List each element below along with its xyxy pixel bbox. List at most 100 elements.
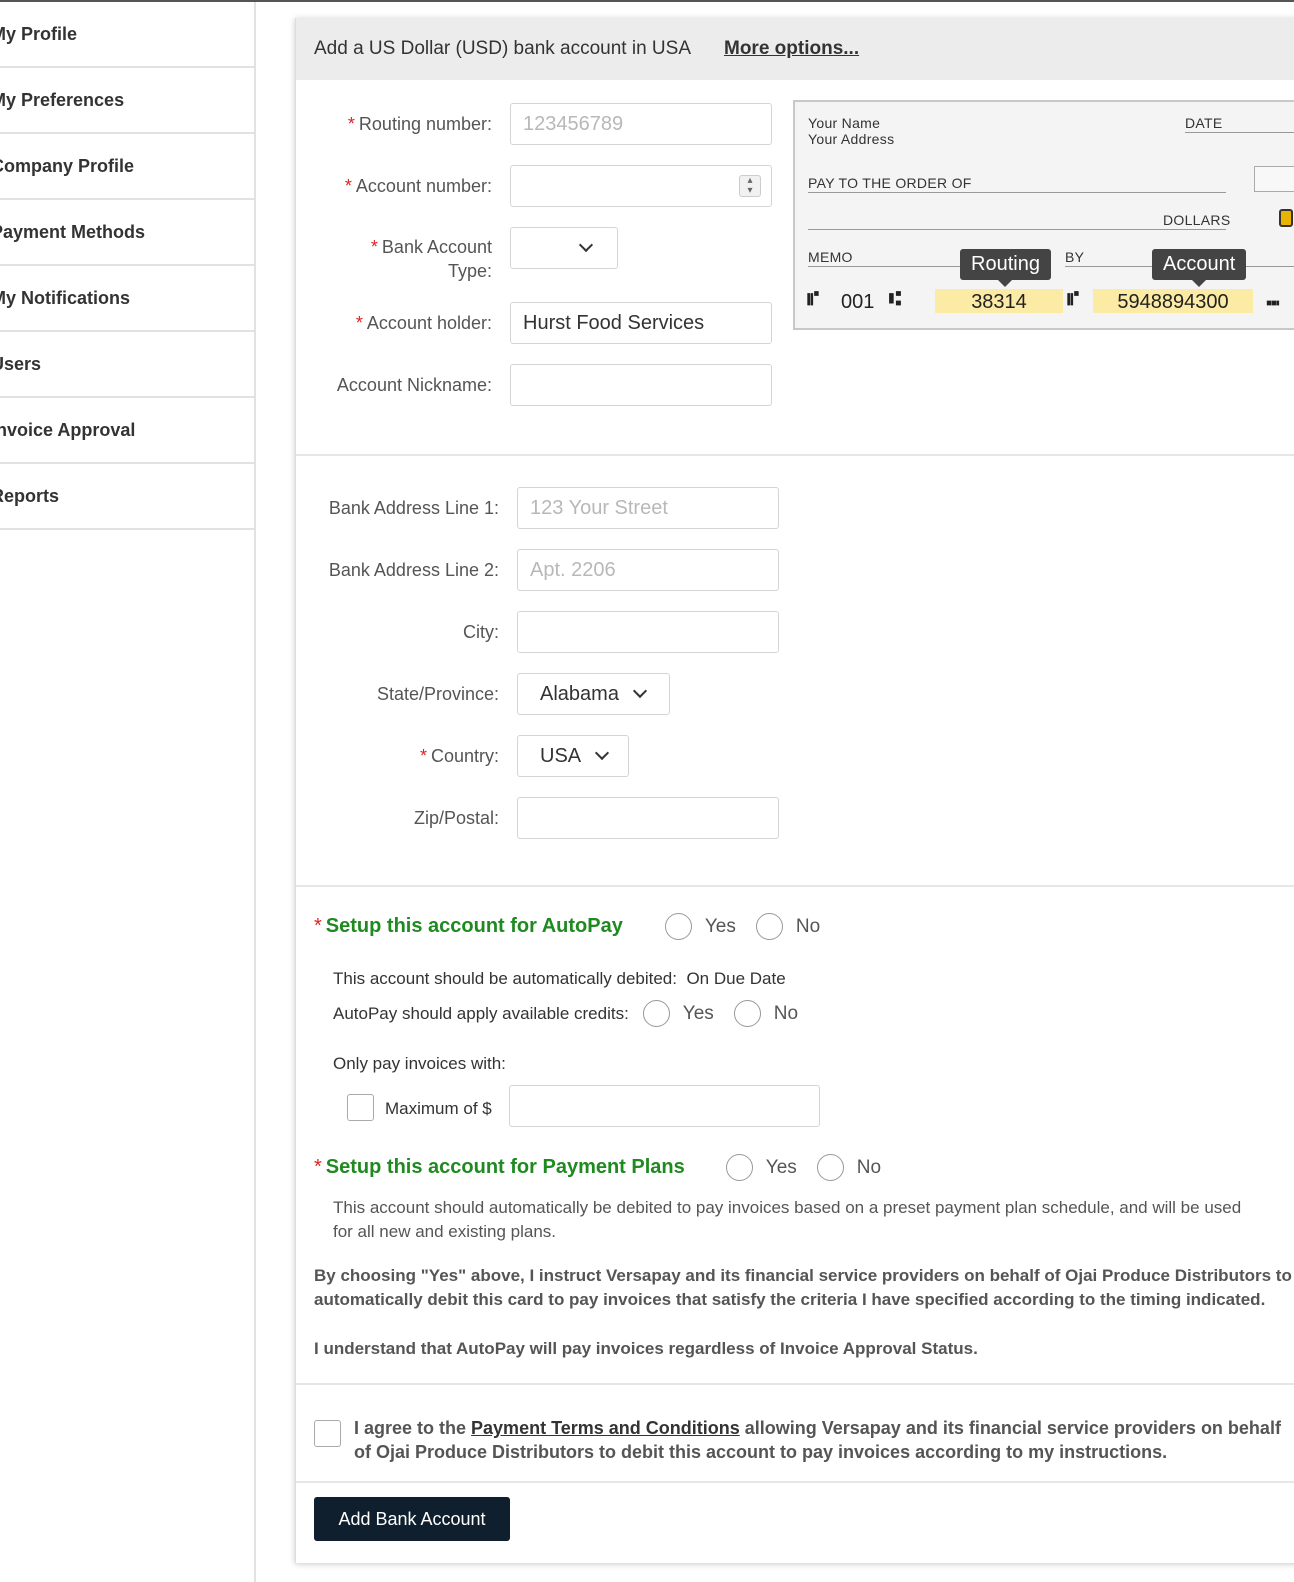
account-nickname-label-text: Account Nickname: (336, 375, 492, 395)
bank-address-line1-label: Bank Address Line 1: (328, 498, 499, 518)
state-province-value: Alabama (540, 682, 619, 705)
sidebar-item-my-preferences[interactable]: My Preferences (0, 68, 254, 134)
payment-plans-desc-line2: for all new and existing plans. (333, 1222, 557, 1241)
check-number: 001 (841, 291, 875, 313)
consent-line1: By choosing "Yes" above, I instruct Vers… (314, 1266, 1292, 1285)
maximum-amount-input[interactable] (509, 1085, 820, 1127)
micr-transit-icon: ⑆ (889, 286, 901, 310)
payment-terms-link[interactable]: Payment Terms and Conditions (471, 1418, 740, 1438)
bank-address-line1-input[interactable]: 123 Your Street (517, 487, 779, 529)
city-label: City: (463, 622, 499, 642)
sidebar-item-company-profile[interactable]: Company Profile (0, 134, 254, 200)
add-bank-account-button[interactable]: Add Bank Account (314, 1497, 510, 1541)
check-dollars-label: DOLLARS (1163, 212, 1231, 228)
account-nickname-input[interactable] (510, 364, 772, 406)
sidebar-item-label: My Notifications (0, 287, 131, 308)
autopay-no-radio[interactable] (755, 913, 783, 940)
account-tooltip: Account (1152, 249, 1247, 287)
city-input[interactable] (517, 611, 779, 653)
autopay-heading: Setup this account for AutoPay (325, 915, 623, 937)
sidebar-item-reports[interactable]: Reports (0, 464, 254, 530)
payment-plans-yes-label: Yes (765, 1156, 797, 1178)
sidebar-item-payment-methods[interactable]: Payment Methods (0, 200, 254, 266)
payment-plans-yes-radio[interactable] (725, 1154, 753, 1181)
autopay-yes-radio[interactable] (664, 913, 692, 940)
state-province-label: State/Province: (376, 684, 499, 704)
sidebar-item-label: My Profile (0, 23, 78, 44)
micr-symbol-icon: ⑈ (807, 286, 819, 310)
account-number-input[interactable]: ▴ ▾ (510, 165, 772, 207)
check-date-line (1185, 132, 1294, 133)
payment-plans-no-radio[interactable] (816, 1154, 844, 1181)
account-nickname-label: Account Nickname: (292, 373, 492, 397)
number-stepper-icon[interactable]: ▴ ▾ (739, 175, 761, 197)
sidebar-item-label: Users (0, 353, 42, 374)
panel-header: Add a US Dollar (USD) bank account in US… (296, 18, 1294, 80)
credits-yes-radio[interactable] (642, 1000, 670, 1027)
chevron-down-icon (632, 683, 648, 699)
payment-plans-desc-line1: This account should automatically be deb… (333, 1198, 1242, 1217)
sidebar-item-invoice-approval[interactable]: Invoice Approval (0, 398, 254, 464)
more-options-link[interactable]: More options... (724, 38, 859, 60)
autopay-heading-row: * Setup this account for AutoPay Yes No (314, 913, 840, 940)
terms-agree-checkbox[interactable] (314, 1420, 341, 1447)
bank-address-line1-placeholder: 123 Your Street (530, 496, 668, 519)
sidebar-nav: My Profile My Preferences Company Profil… (0, 2, 256, 1582)
autopay-debit-label: This account should be automatically deb… (333, 969, 677, 988)
routing-tooltip: Routing (960, 249, 1051, 287)
bank-account-type-label-line2: Type: (447, 261, 492, 281)
routing-number-input[interactable]: 123456789 (510, 103, 772, 145)
consent-line2: automatically debit this card to pay inv… (314, 1290, 1266, 1309)
sidebar-item-my-profile[interactable]: My Profile (0, 2, 254, 68)
country-select[interactable]: USA (517, 735, 629, 777)
add-bank-account-panel: Add a US Dollar (USD) bank account in US… (295, 18, 1294, 1563)
bank-address-line2-label: Bank Address Line 2: (328, 560, 499, 580)
account-details-section: * Routing number: 123456789 * Account numb… (296, 80, 1294, 456)
lock-icon (1279, 209, 1293, 227)
credits-no-label: No (773, 1002, 799, 1024)
state-province-select[interactable]: Alabama (517, 673, 670, 715)
check-amount-box (1254, 166, 1294, 192)
zip-postal-label: Zip/Postal: (413, 808, 499, 828)
credits-yes-label: Yes (682, 1002, 714, 1024)
sidebar-item-label: My Preferences (0, 89, 125, 110)
sidebar-item-label: Payment Methods (0, 221, 146, 242)
account-number-label: * Account number: (292, 174, 492, 198)
autopay-yes-label: Yes (704, 915, 736, 937)
required-marker: * (355, 313, 363, 333)
credits-no-radio[interactable] (733, 1000, 761, 1027)
bank-address-line2-input[interactable]: Apt. 2206 (517, 549, 779, 591)
sample-check-image: Your Name Your Address DATE PAY TO THE O… (793, 100, 1294, 330)
autopay-debit-text: This account should be automatically deb… (333, 969, 786, 989)
account-holder-input[interactable]: Hurst Food Services (510, 302, 772, 344)
panel-title: Add a US Dollar (USD) bank account in US… (314, 38, 691, 59)
maximum-checkbox[interactable] (347, 1094, 374, 1121)
payment-plans-heading: Setup this account for Payment Plans (325, 1156, 685, 1178)
check-your-name: Your Name (808, 115, 881, 131)
payment-plans-description: This account should automatically be deb… (333, 1196, 1241, 1244)
sidebar-item-users[interactable]: Users (0, 332, 254, 398)
maximum-label: Maximum of $ (385, 1099, 492, 1118)
routing-number-label-text: Routing number: (358, 114, 492, 134)
account-number-label-text: Account number: (355, 176, 492, 196)
terms-section: I agree to the Payment Terms and Conditi… (296, 1385, 1294, 1483)
bank-account-type-label-line1: Bank Account (381, 237, 492, 257)
check-pay-to-line (808, 192, 1226, 193)
autopay-consent-text: By choosing "Yes" above, I instruct Vers… (314, 1264, 1292, 1312)
required-marker: * (347, 114, 355, 134)
check-dollars-line (808, 229, 1226, 230)
zip-postal-input[interactable] (517, 797, 779, 839)
bank-account-type-select[interactable] (510, 227, 618, 269)
panel-footer: Add Bank Account (296, 1483, 1294, 1553)
autopay-credits-row: AutoPay should apply available credits: … (333, 1000, 818, 1027)
required-marker: * (370, 237, 378, 257)
terms-prefix: I agree to the (354, 1418, 472, 1438)
sidebar-item-label: Reports (0, 485, 60, 506)
sidebar-item-my-notifications[interactable]: My Notifications (0, 266, 254, 332)
autopay-section: * Setup this account for AutoPay Yes No … (296, 887, 1294, 1385)
account-holder-label: * Account holder: (292, 311, 492, 335)
check-pay-to-label: PAY TO THE ORDER OF (808, 175, 972, 191)
check-your-address: Your Address (808, 131, 895, 147)
terms-agree-text: I agree to the Payment Terms and Conditi… (354, 1416, 1281, 1464)
country-label-text: Country: (430, 746, 499, 766)
